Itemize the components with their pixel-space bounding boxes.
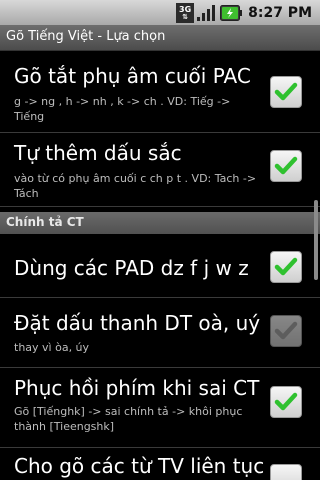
status-time: 8:27 PM: [248, 4, 312, 21]
scrollbar[interactable]: [314, 200, 318, 280]
status-bar: 3G ⇅ 8:27 PM: [0, 0, 320, 25]
screen: 3G ⇅ 8:27 PM Gõ Tiếng Việt - Lựa chọn Gõ…: [0, 0, 320, 480]
pref-title: Gõ tắt phụ âm cuối PAC: [14, 64, 251, 88]
pref-item-continuous-typing[interactable]: Cho gõ các từ TV liên tục: [0, 448, 320, 480]
pref-summary: thay vì òa, úy: [14, 341, 90, 354]
section-header-label: Chính tả CT: [6, 215, 84, 229]
pref-item-auto-accent[interactable]: Tự thêm dấu sắc vào từ có phụ âm cuối c …: [0, 133, 320, 207]
pref-summary: g -> ng , h -> nh , k -> ch . VD: Tiếg -…: [14, 95, 231, 123]
battery-charging-icon: [220, 4, 243, 21]
check-icon: [274, 392, 298, 411]
pref-checkbox[interactable]: [270, 386, 302, 418]
signal-strength-icon: [197, 4, 216, 21]
check-icon: [274, 257, 298, 276]
pref-item-tone-placement[interactable]: Đặt dấu thanh DT oà, uý thay vì òa, úy: [0, 298, 320, 368]
3g-data-icon: 3G ⇅: [176, 2, 195, 23]
pref-checkbox[interactable]: [270, 150, 302, 182]
pref-item-restore-keys[interactable]: Phục hồi phím khi sai CT Gõ [Tiếnghk] ->…: [0, 368, 320, 448]
pref-summary: Gõ [Tiếnghk] -> sai chính tả -> khôi phụ…: [14, 405, 243, 433]
pref-title: Tự thêm dấu sắc: [14, 141, 182, 165]
pref-checkbox[interactable]: [270, 315, 302, 347]
pref-item-pad[interactable]: Dùng các PAD dz f j w z: [0, 234, 320, 298]
pref-title: Dùng các PAD dz f j w z: [14, 256, 249, 280]
check-icon: [274, 321, 298, 340]
pref-checkbox[interactable]: [270, 464, 302, 480]
section-header: Chính tả CT: [0, 212, 320, 234]
title-bar: Gõ Tiếng Việt - Lựa chọn: [0, 25, 320, 51]
check-icon: [274, 156, 298, 175]
pref-title: Đặt dấu thanh DT oà, uý: [14, 311, 261, 335]
pref-item-pac[interactable]: Gõ tắt phụ âm cuối PAC g -> ng , h -> nh…: [0, 51, 320, 133]
pref-title: Phục hồi phím khi sai CT: [14, 376, 260, 400]
pref-checkbox[interactable]: [270, 251, 302, 283]
pref-title: Cho gõ các từ TV liên tục: [14, 454, 265, 478]
page-title: Gõ Tiếng Việt - Lựa chọn: [6, 29, 166, 44]
status-icons: 3G ⇅ 8:27 PM: [176, 0, 320, 25]
pref-summary: vào từ có phụ âm cuối c ch p t . VD: Tac…: [14, 172, 257, 200]
check-icon: [274, 82, 298, 101]
pref-checkbox[interactable]: [270, 76, 302, 108]
